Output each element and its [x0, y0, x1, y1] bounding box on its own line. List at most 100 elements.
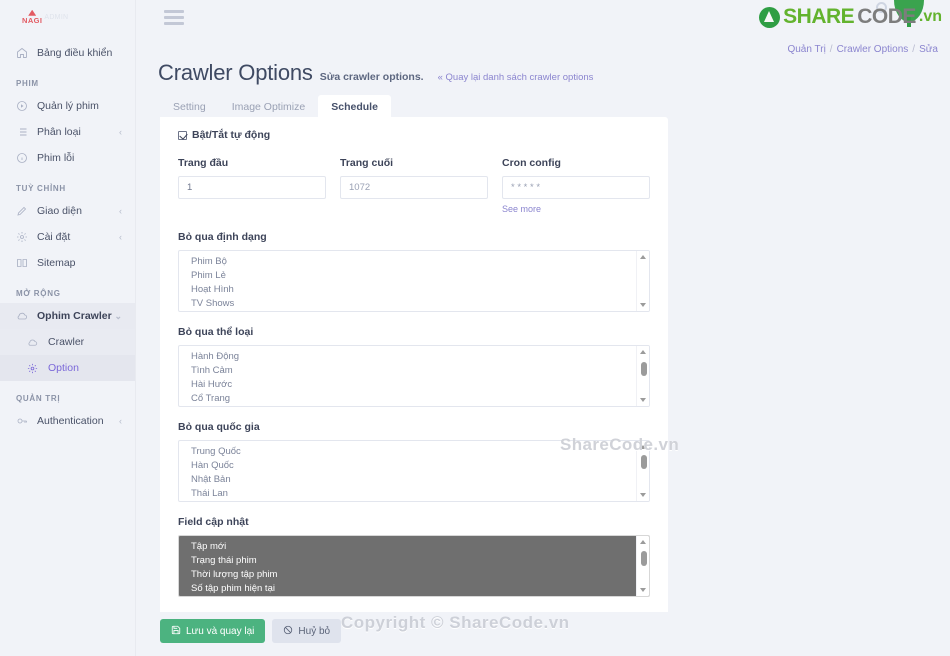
list-item[interactable]: Thái Lan	[179, 487, 649, 501]
list-item[interactable]: Cổ Trang	[179, 392, 649, 406]
sidebar-item-sitemap[interactable]: Sitemap	[0, 250, 135, 276]
sidebar-item-phan-loai[interactable]: Phân loại ‹	[0, 119, 135, 145]
breadcrumb-item-crawler-options[interactable]: Crawler Options	[837, 44, 909, 55]
breadcrumb: Quản Trị / Crawler Options / Sửa	[787, 44, 938, 55]
field-label: Trang đầu	[178, 157, 229, 169]
trang-cuoi-input[interactable]	[340, 176, 488, 199]
sharecode-logo-vn: .vn	[918, 8, 942, 25]
scroll-down-arrow-icon[interactable]	[640, 588, 646, 592]
info-circle-icon	[16, 152, 31, 164]
sidebar-item-label: Bảng điều khiển	[37, 47, 113, 59]
brand-logo-text: NAGI	[22, 15, 43, 25]
sidebar-item-cai-dat[interactable]: Cài đặt ‹	[0, 224, 135, 250]
cancel-button[interactable]: Huỷ bỏ	[272, 619, 342, 643]
key-icon	[16, 415, 31, 427]
cron-config-input[interactable]	[502, 176, 650, 199]
field-trang-dau: Trang đầu	[178, 157, 326, 217]
list-item[interactable]: Số tập phim hiện tại	[179, 582, 649, 596]
list-item[interactable]: Hoạt Hình	[179, 283, 649, 297]
list-item[interactable]: Trạng thái phim	[179, 554, 649, 568]
field-label: Cron config	[502, 157, 561, 169]
block-field-cap-nhat: Field cập nhật Tập mới Trạng thái phim T…	[178, 516, 650, 597]
list-item[interactable]: Tình Cảm	[179, 364, 649, 378]
scroll-down-arrow-icon[interactable]	[640, 493, 646, 497]
sidebar-item-giao-dien[interactable]: Giao diện ‹	[0, 198, 135, 224]
bo-qua-quoc-gia-listbox[interactable]: Trung Quốc Hàn Quốc Nhật Bản Thái Lan	[178, 440, 650, 502]
scroll-down-arrow-icon[interactable]	[640, 303, 646, 307]
listbox-options: Phim Bộ Phim Lẻ Hoạt Hình TV Shows	[179, 251, 649, 311]
topbar: SHARE CODE .vn Quản Trị / Crawler Options / Sử…	[136, 0, 950, 55]
list-item[interactable]: Thời lượng tập phim	[179, 568, 649, 582]
list-item[interactable]: Hàn Quốc	[179, 459, 649, 473]
list-item[interactable]: Hành Động	[179, 350, 649, 364]
field-label: Bỏ qua quốc gia	[178, 421, 260, 433]
scroll-up-arrow-icon[interactable]	[640, 540, 646, 544]
list-item[interactable]: Phim Bộ	[179, 255, 649, 269]
see-more-link[interactable]: See more	[502, 204, 541, 214]
bo-qua-dinh-dang-listbox[interactable]: Phim Bộ Phim Lẻ Hoạt Hình TV Shows	[178, 250, 650, 312]
sharecode-watermark-logo: SHARE CODE .vn	[759, 5, 942, 29]
sidebar-item-authentication[interactable]: Authentication ‹	[0, 408, 135, 434]
listbox-scrollbar[interactable]	[636, 441, 649, 501]
sidebar-item-quan-ly-phim[interactable]: Quản lý phim	[0, 93, 135, 119]
scroll-down-arrow-icon[interactable]	[640, 398, 646, 402]
pencil-icon	[16, 205, 31, 217]
sidebar-item-crawler[interactable]: Crawler	[0, 329, 135, 355]
field-cron-config: Cron config See more	[502, 157, 650, 217]
scroll-up-arrow-icon[interactable]	[640, 350, 646, 354]
bo-qua-the-loai-listbox[interactable]: Hành Động Tình Cảm Hài Hước Cổ Trang	[178, 345, 650, 407]
sidebar-section-mo-rong: MỞ RỘNG	[16, 289, 61, 298]
breadcrumb-separator: /	[829, 44, 833, 55]
listbox-scrollbar[interactable]	[636, 346, 649, 406]
sidebar-item-option[interactable]: Option	[0, 355, 135, 381]
chevron-left-icon: ‹	[119, 206, 122, 216]
field-cap-nhat-listbox[interactable]: Tập mới Trạng thái phim Thời lượng tập p…	[178, 535, 650, 597]
listbox-options: Trung Quốc Hàn Quốc Nhật Bản Thái Lan	[179, 441, 649, 501]
app-root: NAGI ADMIN Bảng điều khiển PHIM Quản lý …	[0, 0, 950, 656]
sidebar-item-dashboard[interactable]: Bảng điều khiển	[0, 40, 135, 66]
scrollbar-thumb[interactable]	[640, 455, 647, 469]
form-actions: Lưu và quay lại Huỷ bỏ	[160, 619, 342, 643]
breadcrumb-item-quan-tri[interactable]: Quản Trị	[787, 44, 825, 55]
scrollbar-thumb[interactable]	[640, 362, 647, 376]
back-to-list-link[interactable]: « Quay lại danh sách crawler options	[438, 72, 594, 83]
hamburger-icon[interactable]	[164, 10, 184, 28]
sidebar-item-label: Ophim Crawler	[37, 310, 112, 322]
auto-toggle-checkbox[interactable]	[178, 130, 187, 140]
sharecode-logo-code: CODE	[857, 5, 916, 28]
scrollbar-thumb[interactable]	[640, 551, 647, 566]
list-item[interactable]: TV Shows	[179, 297, 649, 311]
list-item[interactable]: Tập mới	[179, 540, 649, 554]
chevron-left-icon: ‹	[119, 232, 122, 242]
sidebar: NAGI ADMIN Bảng điều khiển PHIM Quản lý …	[0, 0, 136, 656]
brand-logo[interactable]: NAGI ADMIN	[0, 0, 135, 34]
sidebar-item-label: Phim lỗi	[37, 152, 75, 164]
sidebar-nav: Bảng điều khiển PHIM Quản lý phim Phân l…	[0, 34, 135, 434]
scroll-up-arrow-icon[interactable]	[640, 445, 646, 449]
play-circle-icon	[16, 100, 31, 112]
listbox-scrollbar[interactable]	[636, 251, 649, 311]
auto-toggle-row[interactable]: Bật/Tắt tự động	[178, 129, 650, 141]
listbox-options: Hành Động Tình Cảm Hài Hước Cổ Trang	[179, 346, 649, 406]
list-item[interactable]: Nhật Bản	[179, 473, 649, 487]
listbox-scrollbar[interactable]	[636, 536, 649, 596]
ban-icon	[283, 625, 293, 638]
sidebar-item-label: Cài đặt	[37, 231, 71, 243]
sidebar-section-tuy-chinh: TUỲ CHỈNH	[16, 184, 66, 193]
sidebar-item-label: Authentication	[37, 415, 104, 427]
scroll-up-arrow-icon[interactable]	[640, 255, 646, 259]
sharecode-logo-share: SHARE	[783, 5, 855, 28]
list-item[interactable]: Trung Quốc	[179, 445, 649, 459]
field-label: Field cập nhật	[178, 516, 249, 528]
list-item[interactable]: Hài Hước	[179, 378, 649, 392]
block-bo-qua-the-loai: Bỏ qua thể loại Hành Động Tình Cảm Hài H…	[178, 326, 650, 407]
home-icon	[16, 47, 31, 59]
sidebar-item-ophim-crawler[interactable]: Ophim Crawler ⌄	[0, 303, 135, 329]
sidebar-section-phim: PHIM	[16, 79, 39, 88]
trang-dau-input[interactable]	[178, 176, 326, 199]
save-and-back-button[interactable]: Lưu và quay lại	[160, 619, 266, 643]
auto-toggle-label: Bật/Tắt tự động	[192, 129, 271, 141]
list-item[interactable]: Phim Lẻ	[179, 269, 649, 283]
page-range-row: Trang đầu Trang cuối Cron config See mor…	[178, 157, 650, 217]
sidebar-item-phim-loi[interactable]: Phim lỗi	[0, 145, 135, 171]
